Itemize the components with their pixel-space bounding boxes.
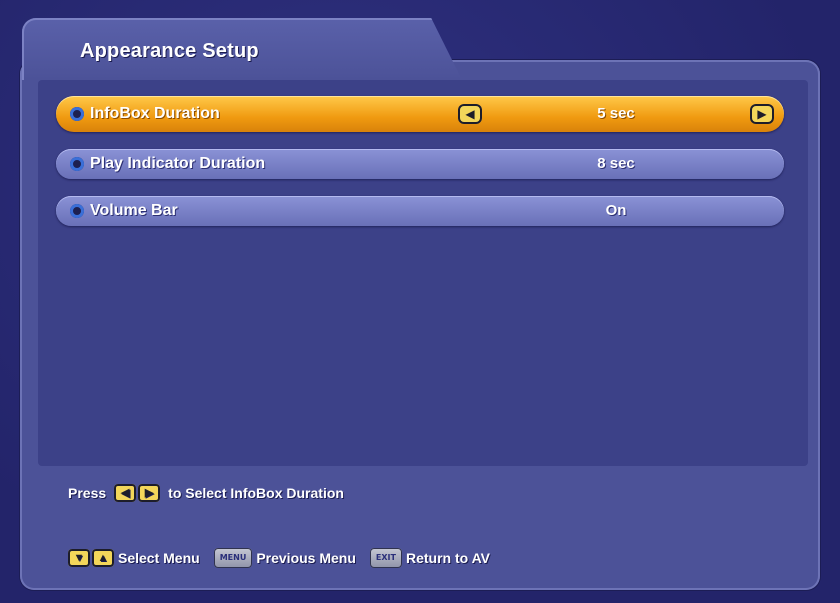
setting-value: 5 sec xyxy=(597,105,635,122)
setting-label: InfoBox Duration xyxy=(90,105,220,122)
previous-menu-label: Previous Menu xyxy=(256,550,356,566)
setting-value: On xyxy=(605,202,627,219)
setting-row-infobox-duration[interactable]: InfoBox Duration ◀ 5 sec ▶ xyxy=(56,96,784,132)
left-right-keys: ◀ ▶ xyxy=(114,484,161,502)
setting-row-volume-bar[interactable]: Volume Bar On xyxy=(56,196,784,226)
left-arrow-key-icon: ◀ xyxy=(114,484,137,502)
settings-panel xyxy=(38,80,808,466)
right-arrow-icon[interactable]: ▶ xyxy=(750,104,774,124)
bullet-icon xyxy=(70,107,84,121)
setting-row-play-indicator-duration[interactable]: Play Indicator Duration 8 sec xyxy=(56,149,784,179)
setting-value: 8 sec xyxy=(597,155,635,172)
legend-return-av[interactable]: EXIT Return to AV xyxy=(369,548,490,568)
menu-key-icon: MENU xyxy=(213,548,253,568)
up-arrow-key-icon: ▲ xyxy=(92,549,114,567)
return-av-label: Return to AV xyxy=(406,550,490,566)
key-legend: ▼ ▲ Select Menu MENU Previous Menu EXIT … xyxy=(68,548,504,568)
setting-label: Volume Bar xyxy=(90,202,178,219)
legend-select-menu: ▼ ▲ Select Menu xyxy=(68,549,200,567)
select-menu-label: Select Menu xyxy=(118,550,200,566)
bullet-icon xyxy=(70,204,84,218)
right-arrow-key-icon: ▶ xyxy=(138,484,161,502)
left-arrow-icon[interactable]: ◀ xyxy=(458,104,482,124)
page-title: Appearance Setup xyxy=(80,40,259,62)
down-arrow-key-icon: ▼ xyxy=(68,549,90,567)
legend-previous-menu[interactable]: MENU Previous Menu xyxy=(213,548,356,568)
bullet-icon xyxy=(70,157,84,171)
setting-label: Play Indicator Duration xyxy=(90,155,266,172)
hint-prefix: Press xyxy=(68,485,107,501)
tv-screen: Appearance Setup InfoBox Duration ◀ 5 se… xyxy=(0,0,840,603)
hint-line: Press ◀ ▶ to Select InfoBox Duration xyxy=(68,484,344,502)
exit-key-icon: EXIT xyxy=(369,548,402,568)
hint-suffix: to Select InfoBox Duration xyxy=(168,485,344,501)
up-down-keys: ▼ ▲ xyxy=(68,549,114,567)
